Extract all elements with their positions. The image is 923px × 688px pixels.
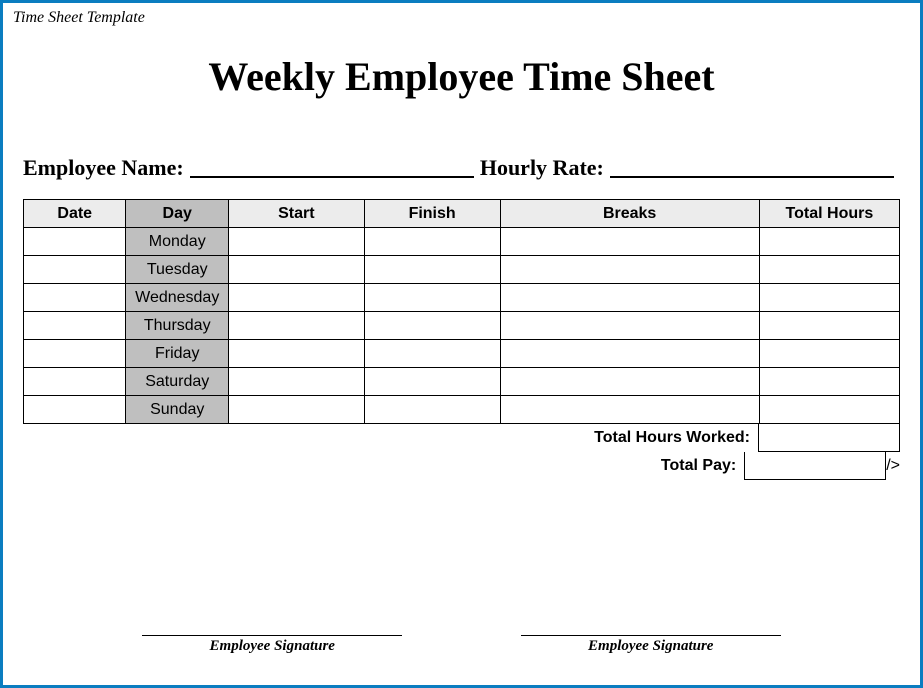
- meta-row: Employee Name: Hourly Rate:: [23, 155, 900, 181]
- cell-breaks[interactable]: [500, 312, 759, 340]
- cell-finish[interactable]: [364, 312, 500, 340]
- cell-breaks[interactable]: [500, 228, 759, 256]
- cell-day: Wednesday: [126, 284, 228, 312]
- table-row: Friday: [24, 340, 900, 368]
- cell-total-hours[interactable]: [759, 312, 899, 340]
- cell-start[interactable]: [228, 312, 364, 340]
- table-row: Sunday: [24, 396, 900, 424]
- cell-total-hours[interactable]: [759, 396, 899, 424]
- page-title: Weekly Employee Time Sheet: [3, 53, 920, 100]
- cell-day: Friday: [126, 340, 228, 368]
- employee-name-input-line[interactable]: [190, 156, 474, 178]
- cell-start[interactable]: [228, 396, 364, 424]
- cell-finish[interactable]: [364, 368, 500, 396]
- header-label: Time Sheet Template: [13, 9, 145, 27]
- table-row: Thursday: [24, 312, 900, 340]
- cell-breaks[interactable]: [500, 368, 759, 396]
- cell-total-hours[interactable]: [759, 368, 899, 396]
- table-row: Wednesday: [24, 284, 900, 312]
- cell-day: Monday: [126, 228, 228, 256]
- signature-right: Employee Signature: [521, 635, 781, 655]
- cell-total-hours[interactable]: [759, 228, 899, 256]
- cell-finish[interactable]: [364, 284, 500, 312]
- col-start: Start: [228, 200, 364, 228]
- cell-day: Sunday: [126, 396, 228, 424]
- cell-total-hours[interactable]: [759, 284, 899, 312]
- signature-line-left[interactable]: [142, 635, 402, 636]
- signature-left-label: Employee Signature: [210, 638, 335, 654]
- cell-breaks[interactable]: [500, 284, 759, 312]
- hourly-rate-label: Hourly Rate:: [480, 155, 604, 181]
- cell-total-hours[interactable]: [759, 340, 899, 368]
- timesheet-table: Date Day Start Finish Breaks Total Hours…: [23, 199, 900, 424]
- col-date: Date: [24, 200, 126, 228]
- cell-finish[interactable]: [364, 340, 500, 368]
- total-hours-worked-box[interactable]: [758, 424, 900, 452]
- cell-breaks[interactable]: [500, 340, 759, 368]
- cell-breaks[interactable]: [500, 396, 759, 424]
- cell-day: Saturday: [126, 368, 228, 396]
- total-pay-box[interactable]: [744, 452, 886, 480]
- cell-start[interactable]: [228, 340, 364, 368]
- table-row: Tuesday: [24, 256, 900, 284]
- cell-date[interactable]: [24, 284, 126, 312]
- table-header-row: Date Day Start Finish Breaks Total Hours: [24, 200, 900, 228]
- cell-total-hours[interactable]: [759, 256, 899, 284]
- col-total-hours: Total Hours: [759, 200, 899, 228]
- cell-date[interactable]: [24, 396, 126, 424]
- cell-date[interactable]: [24, 312, 126, 340]
- table-row: Saturday: [24, 368, 900, 396]
- col-finish: Finish: [364, 200, 500, 228]
- cell-day: Tuesday: [126, 256, 228, 284]
- col-breaks: Breaks: [500, 200, 759, 228]
- cell-finish[interactable]: [364, 228, 500, 256]
- cell-day: Thursday: [126, 312, 228, 340]
- signature-left: Employee Signature: [142, 635, 402, 655]
- table-body: Monday Tuesday Wednesday: [24, 228, 900, 424]
- cell-start[interactable]: [228, 368, 364, 396]
- timesheet-frame: Time Sheet Template Weekly Employee Time…: [0, 0, 923, 688]
- cell-date[interactable]: [24, 256, 126, 284]
- total-hours-worked-row: Total Hours Worked:: [23, 424, 900, 452]
- cell-start[interactable]: [228, 228, 364, 256]
- total-hours-worked-label: Total Hours Worked:: [594, 424, 758, 452]
- employee-name-label: Employee Name:: [23, 155, 184, 181]
- col-day: Day: [126, 200, 228, 228]
- total-pay-label: Total Pay:: [661, 452, 744, 480]
- total-pay-row: Total Pay: />: [23, 452, 900, 480]
- cell-breaks[interactable]: [500, 256, 759, 284]
- totals-section: Total Hours Worked: Total Pay: />: [23, 424, 900, 480]
- hourly-rate-input-line[interactable]: [610, 156, 894, 178]
- cell-start[interactable]: [228, 256, 364, 284]
- signatures-row: Employee Signature Employee Signature: [3, 635, 920, 655]
- cell-date[interactable]: [24, 368, 126, 396]
- cell-date[interactable]: [24, 228, 126, 256]
- cell-start[interactable]: [228, 284, 364, 312]
- signature-line-right[interactable]: [521, 635, 781, 636]
- signature-right-label: Employee Signature: [588, 638, 713, 654]
- cell-date[interactable]: [24, 340, 126, 368]
- table-row: Monday: [24, 228, 900, 256]
- cell-finish[interactable]: [364, 256, 500, 284]
- cell-finish[interactable]: [364, 396, 500, 424]
